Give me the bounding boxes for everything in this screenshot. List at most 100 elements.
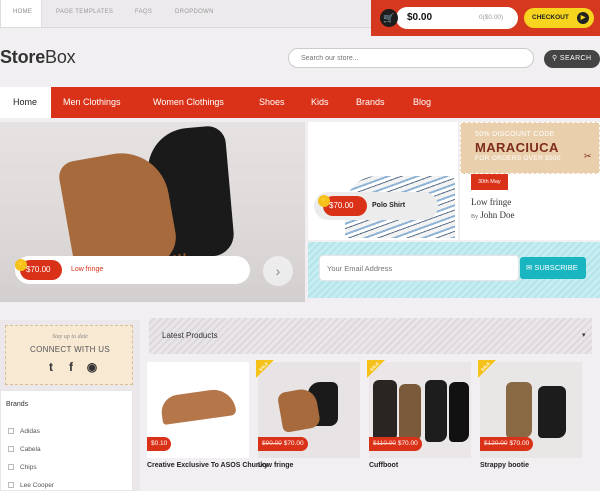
mail-icon: ✉: [526, 263, 533, 272]
checkbox-icon[interactable]: [8, 428, 14, 434]
top-link-page-templates[interactable]: PAGE TEMPLATES: [56, 9, 113, 15]
blog-byline: By John Doe: [471, 210, 515, 220]
old-price: $120.00: [484, 440, 508, 447]
cart-icon[interactable]: 🛒: [380, 9, 398, 27]
logo-bold: Store: [0, 47, 46, 67]
discount-coupon[interactable]: 50% DISCOUNT CODE MARACIUCA FOR ORDERS O…: [460, 122, 600, 174]
checkbox-icon[interactable]: [8, 464, 14, 470]
connect-box: Stay up to date CONNECT WITH US t f ◉: [5, 325, 133, 385]
product-image: [373, 380, 397, 442]
cart-subtotal: 0($0.00): [479, 14, 504, 21]
hero-product-tag[interactable]: $70.00 ⚡ Low fringe: [15, 256, 250, 284]
sale-label: SALE: [479, 360, 491, 373]
brand-label: Cabela: [20, 446, 41, 453]
price-value: $70.00: [283, 440, 304, 447]
connect-title: CONNECT WITH US: [30, 345, 110, 354]
top-link-faqs[interactable]: FAQS: [135, 9, 152, 15]
scissors-icon: ✂: [584, 151, 592, 161]
lightning-icon: ⚡: [15, 259, 27, 271]
cart-summary[interactable]: $0.00 0($0.00): [396, 7, 518, 29]
slider-next-icon[interactable]: ›: [263, 256, 293, 286]
sale-badge: SALE: [367, 360, 385, 378]
nav-item-men-clothings[interactable]: Men Clothings: [63, 97, 121, 107]
product-card[interactable]: SALE $110.00 $70.00: [367, 360, 471, 458]
checkout-button[interactable]: CHECKOUT ▶: [524, 8, 594, 28]
search-button-label: SEARCH: [559, 55, 592, 62]
product-image: [159, 386, 237, 426]
main-nav: Home Men Clothings Women Clothings Shoes…: [0, 87, 600, 118]
brand-lee-cooper[interactable]: Lee Cooper: [8, 482, 54, 489]
discount-line3: FOR ORDERS OVER $500: [475, 155, 561, 162]
search-input[interactable]: [288, 48, 534, 68]
newsletter-email-input[interactable]: [319, 255, 519, 281]
old-price: $110.00: [373, 440, 397, 447]
product-name[interactable]: Low fringe: [258, 461, 358, 470]
discount-line1: 50% DISCOUNT CODE: [475, 131, 555, 138]
product-image-3: [425, 380, 447, 442]
arrow-right-icon: ▶: [577, 12, 589, 24]
brand-label: Lee Cooper: [20, 482, 54, 489]
checkbox-icon[interactable]: [8, 482, 14, 488]
old-price: $90.00: [262, 440, 282, 447]
store-logo[interactable]: StoreBox: [0, 47, 76, 68]
facebook-icon[interactable]: f: [63, 359, 79, 375]
product-image: [506, 382, 532, 438]
cart-widget: $0.00 0($0.00) 🛒 CHECKOUT ▶: [371, 0, 600, 36]
lightning-icon: ⚡: [318, 195, 330, 207]
product-image-2: [538, 386, 566, 438]
brand-label: Adidas: [20, 428, 40, 435]
checkout-label: CHECKOUT: [532, 14, 569, 21]
latest-products-header[interactable]: Latest Products ▾: [149, 318, 592, 354]
price-value: $70.00: [397, 440, 418, 447]
product-card[interactable]: $0.10: [147, 362, 249, 458]
nav-item-kids[interactable]: Kids: [311, 97, 329, 107]
top-link-home[interactable]: HOME: [0, 0, 42, 28]
sale-badge: SALE: [478, 360, 496, 378]
brands-panel: Brands Adidas Cabela Chips Lee Cooper: [0, 390, 133, 491]
brand-adidas[interactable]: Adidas: [8, 428, 40, 435]
blog-author[interactable]: John Doe: [480, 210, 514, 220]
product-image-2: [399, 384, 421, 442]
product-price: $120.00 $70.00: [480, 437, 534, 451]
price-value: $70.00: [509, 440, 530, 447]
product-name[interactable]: Cuffboot: [369, 461, 469, 470]
polo-product-tag[interactable]: $70.00 ⚡ Polo Shirt: [314, 192, 438, 220]
top-link-dropdown[interactable]: DROPDOWN: [175, 9, 214, 15]
product-price: $90.00 $70.00: [258, 437, 308, 451]
logo-light: Box: [45, 47, 76, 67]
checkbox-icon[interactable]: [8, 446, 14, 452]
nav-item-shoes[interactable]: Shoes: [259, 97, 285, 107]
product-name[interactable]: Strappy bootie: [480, 461, 580, 470]
brand-chips[interactable]: Chips: [8, 464, 37, 471]
price-value: $0.10: [151, 440, 168, 447]
blog-date: 30th May: [471, 174, 508, 190]
sale-badge: SALE: [256, 360, 274, 378]
product-card[interactable]: SALE $120.00 $70.00: [478, 360, 582, 458]
search-button[interactable]: ⚲ SEARCH: [544, 50, 600, 68]
subscribe-button[interactable]: ✉ SUBSCRIBE: [520, 257, 586, 279]
nav-item-blog[interactable]: Blog: [413, 97, 431, 107]
blog-title[interactable]: Low fringe: [471, 197, 511, 207]
twitter-icon[interactable]: t: [43, 359, 59, 375]
hero-slide[interactable]: $70.00 ⚡ Low fringe: [0, 122, 305, 302]
latest-products-title: Latest Products: [162, 331, 218, 340]
brand-cabela[interactable]: Cabela: [8, 446, 41, 453]
nav-item-home[interactable]: Home: [0, 87, 51, 118]
search-icon: ⚲: [552, 55, 558, 62]
nav-item-brands[interactable]: Brands: [356, 97, 385, 107]
product-image-4: [449, 382, 469, 442]
subscribe-label: SUBSCRIBE: [534, 263, 578, 272]
cart-total: $0.00: [407, 12, 433, 23]
blog-by-label: By: [471, 214, 479, 220]
sale-label: SALE: [368, 360, 380, 373]
brand-label: Chips: [20, 464, 37, 471]
nav-item-women-clothings[interactable]: Women Clothings: [153, 97, 224, 107]
rss-icon[interactable]: ◉: [84, 359, 100, 375]
product-card[interactable]: SALE $90.00 $70.00: [256, 360, 360, 458]
chevron-down-icon[interactable]: ▾: [582, 331, 586, 339]
product-price: $110.00 $70.00: [369, 437, 422, 451]
brands-title: Brands: [6, 401, 29, 408]
product-price: $0.10: [147, 437, 172, 451]
hero-product-name: Low fringe: [71, 266, 104, 273]
blog-teaser[interactable]: 30th May Low fringe By John Doe: [460, 174, 600, 240]
